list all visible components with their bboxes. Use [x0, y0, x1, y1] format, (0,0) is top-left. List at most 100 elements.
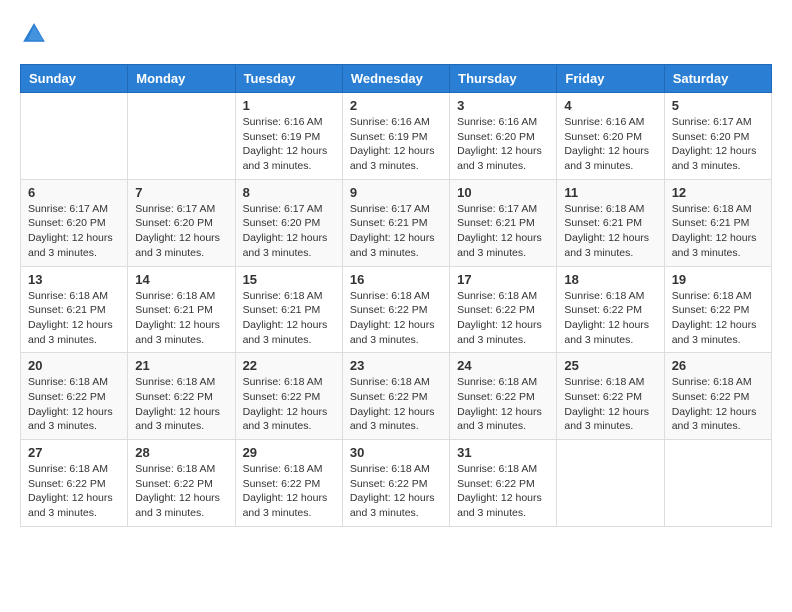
day-number: 22: [243, 358, 335, 373]
day-info: Sunrise: 6:18 AM Sunset: 6:22 PM Dayligh…: [564, 289, 656, 348]
calendar-cell: 11 Sunrise: 6:18 AM Sunset: 6:21 PM Dayli…: [557, 179, 664, 266]
day-info: Sunrise: 6:18 AM Sunset: 6:22 PM Dayligh…: [564, 375, 656, 434]
day-number: 14: [135, 272, 227, 287]
day-info: Sunrise: 6:18 AM Sunset: 6:21 PM Dayligh…: [243, 289, 335, 348]
calendar-cell: 30Sunrise: 6:18 AM Sunset: 6:22 PM Dayli…: [342, 440, 449, 527]
day-info: Sunrise: 6:18 AM Sunset: 6:22 PM Dayligh…: [28, 462, 120, 521]
day-number: 5: [672, 98, 764, 113]
col-header-wednesday: Wednesday: [342, 65, 449, 93]
calendar-cell: 21Sunrise: 6:18 AM Sunset: 6:22 PM Dayli…: [128, 353, 235, 440]
day-number: 25: [564, 358, 656, 373]
day-info: Sunrise: 6:18 AM Sunset: 6:22 PM Dayligh…: [135, 375, 227, 434]
day-info: Sunrise: 6:18 AM Sunset: 6:22 PM Dayligh…: [243, 462, 335, 521]
day-number: 28: [135, 445, 227, 460]
calendar-week-row: 20 Sunrise: 6:18 AM Sunset: 6:22 PM Dayli…: [21, 353, 772, 440]
day-number: 12: [672, 185, 764, 200]
col-header-thursday: Thursday: [450, 65, 557, 93]
day-info: Sunrise: 6:18 AM Sunset: 6:22 PM Dayligh…: [350, 375, 442, 434]
day-info: Sunrise: 6:18 AM Sunset: 6:22 PM Dayligh…: [672, 375, 764, 434]
day-number: 13: [28, 272, 120, 287]
day-number: 27: [28, 445, 120, 460]
day-info: Sunrise: 6:18 AM Sunset: 6:22 PM Dayligh…: [457, 289, 549, 348]
col-header-tuesday: Tuesday: [235, 65, 342, 93]
day-info: Sunrise: 6:16 AM Sunset: 6:20 PM Dayligh…: [457, 115, 549, 174]
day-number: 8: [243, 185, 335, 200]
calendar-cell: 24 Sunrise: 6:18 AM Sunset: 6:22 PM Dayli…: [450, 353, 557, 440]
calendar-week-row: 27 Sunrise: 6:18 AM Sunset: 6:22 PM Dayli…: [21, 440, 772, 527]
day-number: 15: [243, 272, 335, 287]
calendar-cell: 29 Sunrise: 6:18 AM Sunset: 6:22 PM Dayli…: [235, 440, 342, 527]
day-number: 23: [350, 358, 442, 373]
calendar-cell: 13 Sunrise: 6:18 AM Sunset: 6:21 PM Dayli…: [21, 266, 128, 353]
day-info: Sunrise: 6:17 AM Sunset: 6:20 PM Dayligh…: [135, 202, 227, 261]
calendar-cell: 4Sunrise: 6:16 AM Sunset: 6:20 PM Daylig…: [557, 93, 664, 180]
logo: [20, 20, 52, 48]
calendar-cell: [557, 440, 664, 527]
calendar-cell: 19 Sunrise: 6:18 AM Sunset: 6:22 PM Dayli…: [664, 266, 771, 353]
day-number: 6: [28, 185, 120, 200]
calendar-cell: 3 Sunrise: 6:16 AM Sunset: 6:20 PM Daylig…: [450, 93, 557, 180]
day-info: Sunrise: 6:18 AM Sunset: 6:22 PM Dayligh…: [457, 462, 549, 521]
calendar-cell: 8 Sunrise: 6:17 AM Sunset: 6:20 PM Daylig…: [235, 179, 342, 266]
day-info: Sunrise: 6:18 AM Sunset: 6:22 PM Dayligh…: [350, 289, 442, 348]
day-number: 11: [564, 185, 656, 200]
calendar-table: SundayMondayTuesdayWednesdayThursdayFrid…: [20, 64, 772, 527]
calendar-cell: 23 Sunrise: 6:18 AM Sunset: 6:22 PM Dayli…: [342, 353, 449, 440]
day-number: 24: [457, 358, 549, 373]
day-number: 26: [672, 358, 764, 373]
day-number: 9: [350, 185, 442, 200]
col-header-saturday: Saturday: [664, 65, 771, 93]
day-info: Sunrise: 6:17 AM Sunset: 6:20 PM Dayligh…: [243, 202, 335, 261]
logo-icon: [20, 20, 48, 48]
day-number: 19: [672, 272, 764, 287]
day-info: Sunrise: 6:18 AM Sunset: 6:22 PM Dayligh…: [350, 462, 442, 521]
col-header-monday: Monday: [128, 65, 235, 93]
calendar-cell: [128, 93, 235, 180]
day-info: Sunrise: 6:18 AM Sunset: 6:21 PM Dayligh…: [564, 202, 656, 261]
calendar-week-row: 1 Sunrise: 6:16 AM Sunset: 6:19 PM Daylig…: [21, 93, 772, 180]
col-header-sunday: Sunday: [21, 65, 128, 93]
day-number: 7: [135, 185, 227, 200]
day-info: Sunrise: 6:18 AM Sunset: 6:22 PM Dayligh…: [672, 289, 764, 348]
day-info: Sunrise: 6:18 AM Sunset: 6:22 PM Dayligh…: [135, 462, 227, 521]
calendar-cell: 7 Sunrise: 6:17 AM Sunset: 6:20 PM Daylig…: [128, 179, 235, 266]
calendar-cell: 1 Sunrise: 6:16 AM Sunset: 6:19 PM Daylig…: [235, 93, 342, 180]
day-number: 16: [350, 272, 442, 287]
calendar-cell: 14 Sunrise: 6:18 AM Sunset: 6:21 PM Dayli…: [128, 266, 235, 353]
day-info: Sunrise: 6:17 AM Sunset: 6:21 PM Dayligh…: [457, 202, 549, 261]
day-number: 31: [457, 445, 549, 460]
day-info: Sunrise: 6:18 AM Sunset: 6:21 PM Dayligh…: [135, 289, 227, 348]
calendar-cell: 16 Sunrise: 6:18 AM Sunset: 6:22 PM Dayli…: [342, 266, 449, 353]
calendar-cell: 6 Sunrise: 6:17 AM Sunset: 6:20 PM Daylig…: [21, 179, 128, 266]
day-info: Sunrise: 6:18 AM Sunset: 6:21 PM Dayligh…: [28, 289, 120, 348]
day-info: Sunrise: 6:17 AM Sunset: 6:20 PM Dayligh…: [672, 115, 764, 174]
day-info: Sunrise: 6:17 AM Sunset: 6:20 PM Dayligh…: [28, 202, 120, 261]
calendar-cell: 28 Sunrise: 6:18 AM Sunset: 6:22 PM Dayli…: [128, 440, 235, 527]
calendar-cell: 10 Sunrise: 6:17 AM Sunset: 6:21 PM Dayli…: [450, 179, 557, 266]
day-info: Sunrise: 6:17 AM Sunset: 6:21 PM Dayligh…: [350, 202, 442, 261]
day-number: 2: [350, 98, 442, 113]
day-info: Sunrise: 6:16 AM Sunset: 6:19 PM Dayligh…: [243, 115, 335, 174]
calendar-cell: 27 Sunrise: 6:18 AM Sunset: 6:22 PM Dayli…: [21, 440, 128, 527]
calendar-cell: 2Sunrise: 6:16 AM Sunset: 6:19 PM Daylig…: [342, 93, 449, 180]
calendar-header-row: SundayMondayTuesdayWednesdayThursdayFrid…: [21, 65, 772, 93]
calendar-cell: [21, 93, 128, 180]
day-number: 3: [457, 98, 549, 113]
day-number: 1: [243, 98, 335, 113]
calendar-week-row: 13 Sunrise: 6:18 AM Sunset: 6:21 PM Dayli…: [21, 266, 772, 353]
calendar-week-row: 6 Sunrise: 6:17 AM Sunset: 6:20 PM Daylig…: [21, 179, 772, 266]
day-info: Sunrise: 6:18 AM Sunset: 6:21 PM Dayligh…: [672, 202, 764, 261]
calendar-cell: 5 Sunrise: 6:17 AM Sunset: 6:20 PM Daylig…: [664, 93, 771, 180]
day-info: Sunrise: 6:18 AM Sunset: 6:22 PM Dayligh…: [457, 375, 549, 434]
calendar-cell: 15 Sunrise: 6:18 AM Sunset: 6:21 PM Dayli…: [235, 266, 342, 353]
day-number: 10: [457, 185, 549, 200]
calendar-cell: 20 Sunrise: 6:18 AM Sunset: 6:22 PM Dayli…: [21, 353, 128, 440]
calendar-cell: 31 Sunrise: 6:18 AM Sunset: 6:22 PM Dayli…: [450, 440, 557, 527]
calendar-cell: 9 Sunrise: 6:17 AM Sunset: 6:21 PM Daylig…: [342, 179, 449, 266]
page-header: [20, 20, 772, 48]
day-number: 29: [243, 445, 335, 460]
day-info: Sunrise: 6:18 AM Sunset: 6:22 PM Dayligh…: [28, 375, 120, 434]
day-number: 20: [28, 358, 120, 373]
calendar-cell: 12 Sunrise: 6:18 AM Sunset: 6:21 PM Dayli…: [664, 179, 771, 266]
calendar-cell: 18Sunrise: 6:18 AM Sunset: 6:22 PM Dayli…: [557, 266, 664, 353]
